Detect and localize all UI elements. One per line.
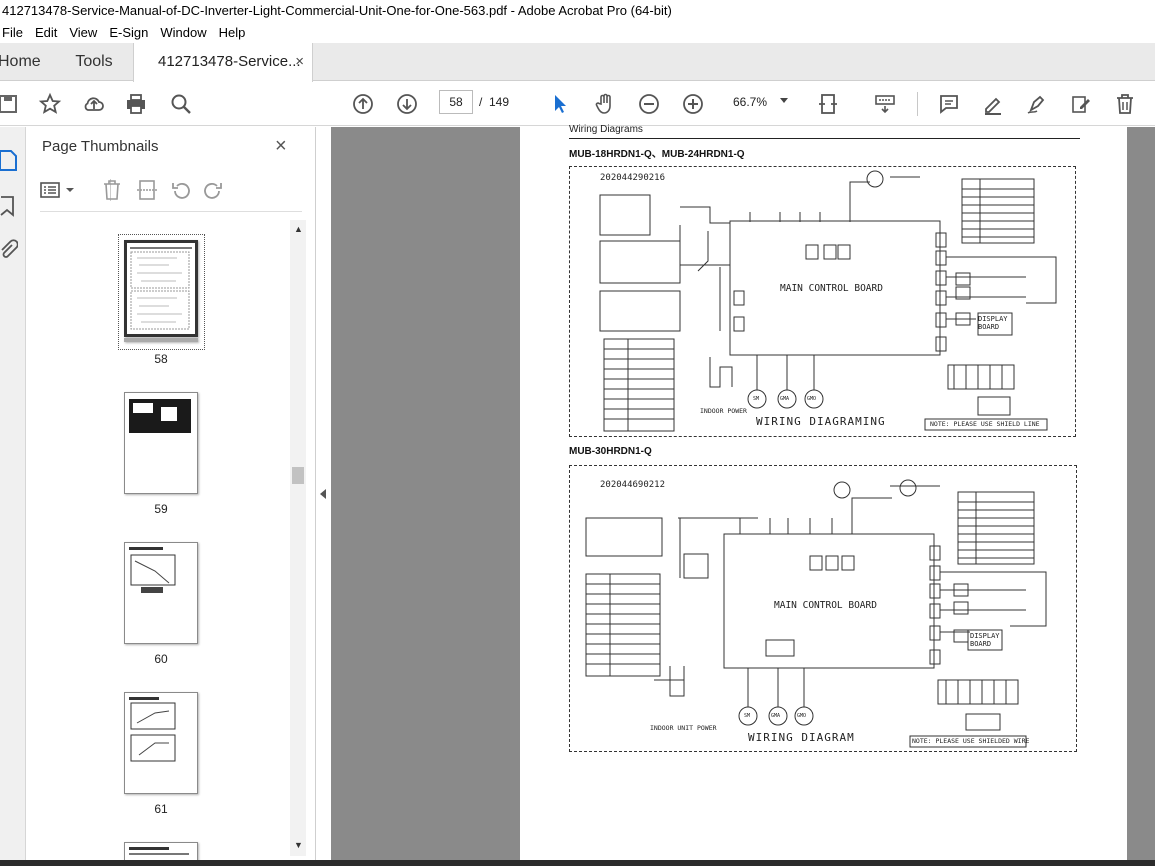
bottom-status-strip [0, 860, 1155, 866]
page-total: 149 [489, 95, 510, 109]
zoom-out-icon[interactable] [635, 90, 663, 118]
next-page-icon[interactable] [393, 90, 421, 118]
thumbnail-delete-icon[interactable] [102, 177, 122, 203]
zoom-level[interactable]: 66.7% [733, 95, 767, 109]
panel-close-button[interactable]: × [275, 135, 287, 158]
page-thumbnails-icon[interactable] [0, 149, 18, 171]
wiring-diagram-2: 202044690212 MAIN CONTROL BOARD DISPLAY … [569, 465, 1077, 752]
panel-title: Page Thumbnails [42, 138, 159, 155]
section-header: Wiring Diagrams [569, 124, 643, 135]
extract-pages-icon[interactable] [136, 177, 158, 203]
collapse-arrow-icon[interactable] [320, 489, 326, 499]
select-cursor-icon[interactable] [546, 90, 574, 118]
tab-document-label: 412713478-Service... [158, 53, 301, 70]
tab-document[interactable]: 412713478-Service... × [133, 43, 313, 82]
diagram1-power-label: INDOOR POWER [700, 407, 747, 415]
window-title: 412713478-Service-Manual-of-DC-Inverter-… [0, 0, 1155, 22]
wiring-diagram-1: 202044290216 MAIN CONTROL BOARD DISPLAY … [569, 166, 1076, 437]
thumbnail-page-58[interactable] [124, 240, 198, 337]
thumbnail-label-59: 59 [154, 502, 168, 516]
menu-help[interactable]: Help [213, 22, 252, 43]
print-icon[interactable] [122, 90, 150, 118]
panel-divider [40, 211, 302, 212]
diagram1-motor-gmo: GMO [807, 396, 817, 402]
upload-cloud-icon[interactable] [80, 90, 108, 118]
viewport-right-margin [1127, 127, 1155, 860]
diagram2-heading: MUB-30HRDN1-Q [569, 446, 652, 457]
diagram1-note: NOTE: PLEASE USE SHIELD LINE [930, 420, 1040, 428]
sign-pen-icon[interactable] [1023, 90, 1051, 118]
diagram2-display-label: DISPLAY BOARD [970, 632, 1000, 648]
diagram2-title: WIRING DIAGRAM [748, 731, 855, 744]
menu-edit[interactable]: Edit [29, 22, 63, 43]
thumbnails-panel: Page Thumbnails × 58 59 60 61 ▲ ▼ [26, 127, 316, 866]
menu-window[interactable]: Window [154, 22, 212, 43]
bookmarks-icon[interactable] [0, 195, 18, 217]
comment-icon[interactable] [935, 90, 963, 118]
diagram1-motor-gma: GMA [780, 396, 790, 402]
zoom-in-icon[interactable] [679, 90, 707, 118]
menu-view[interactable]: View [63, 22, 103, 43]
delete-icon[interactable] [1111, 90, 1139, 118]
menu-bar: File Edit View E-Sign Window Help [0, 22, 1155, 43]
search-icon[interactable] [167, 90, 195, 118]
options-menu-icon[interactable] [40, 177, 76, 203]
rotate-ccw-icon[interactable] [170, 177, 192, 203]
save-icon[interactable] [0, 90, 22, 118]
rotate-cw-icon[interactable] [202, 177, 224, 203]
thumbnail-58-shadow [124, 338, 198, 342]
menu-esign[interactable]: E-Sign [103, 22, 154, 43]
attachments-icon[interactable] [0, 239, 19, 261]
page-separator: / [479, 95, 483, 109]
collapse-panel-handle[interactable] [317, 127, 331, 866]
header-rule [569, 138, 1080, 139]
page-number-input[interactable]: 58 [439, 90, 473, 114]
diagram2-note: NOTE: PLEASE USE SHIELDED WIRE [912, 737, 1030, 745]
previous-page-icon[interactable] [349, 90, 377, 118]
thumbnail-label-61: 61 [154, 802, 168, 816]
wiring-diagram-1-drawing [599, 170, 1057, 432]
diagram2-motor-gma: GMA [771, 713, 781, 719]
thumbnail-scrollbar[interactable]: ▲ ▼ [290, 220, 306, 856]
diagram1-motor-sm: SM [753, 396, 760, 402]
diagram2-board-label: MAIN CONTROL BOARD [774, 600, 877, 611]
toolbar-divider [917, 92, 918, 116]
keyboard-tools-icon[interactable] [871, 90, 899, 118]
highlight-pen-icon[interactable] [979, 90, 1007, 118]
diagram2-code: 202044690212 [600, 480, 666, 490]
thumbnail-label-60: 60 [154, 652, 168, 666]
diagram1-code: 202044290216 [600, 173, 666, 183]
thumbnail-page-59[interactable] [124, 392, 198, 494]
tab-tools[interactable]: Tools [56, 43, 132, 81]
navigation-rail [0, 127, 26, 866]
hand-tool-icon[interactable] [591, 90, 619, 118]
menu-file[interactable]: File [0, 22, 29, 43]
zoom-dropdown-icon[interactable] [780, 98, 788, 103]
tab-close-button[interactable]: × [295, 53, 304, 70]
thumbnail-toolbar [40, 177, 240, 205]
diagram2-motor-sm: SM [744, 713, 751, 719]
thumbnail-page-60[interactable] [124, 542, 198, 644]
scrollbar-thumb[interactable] [292, 467, 304, 484]
diagram2-power-label: INDOOR UNIT POWER [650, 724, 717, 732]
diagram1-board-label: MAIN CONTROL BOARD [780, 283, 883, 294]
diagram1-display-label: DISPLAY BOARD [978, 315, 1008, 331]
tab-home[interactable]: Home [0, 43, 54, 81]
thumbnail-page-61[interactable] [124, 692, 198, 794]
diagram1-title: WIRING DIAGRAMING [756, 415, 886, 428]
tab-bar: Home Tools 412713478-Service... × [0, 43, 1155, 82]
scroll-up-icon[interactable]: ▲ [294, 224, 303, 234]
thumbnail-label-58: 58 [154, 352, 168, 366]
scroll-down-icon[interactable]: ▼ [294, 840, 303, 850]
diagram2-motor-gmo: GMO [797, 713, 807, 719]
diagram1-heading: MUB-18HRDN1-Q、MUB-24HRDN1-Q [569, 149, 745, 160]
bookmark-star-icon[interactable] [36, 90, 64, 118]
acrobat-window: 412713478-Service-Manual-of-DC-Inverter-… [0, 0, 1155, 866]
edit-pdf-icon[interactable] [1067, 90, 1095, 118]
page-fit-icon[interactable] [814, 90, 842, 118]
